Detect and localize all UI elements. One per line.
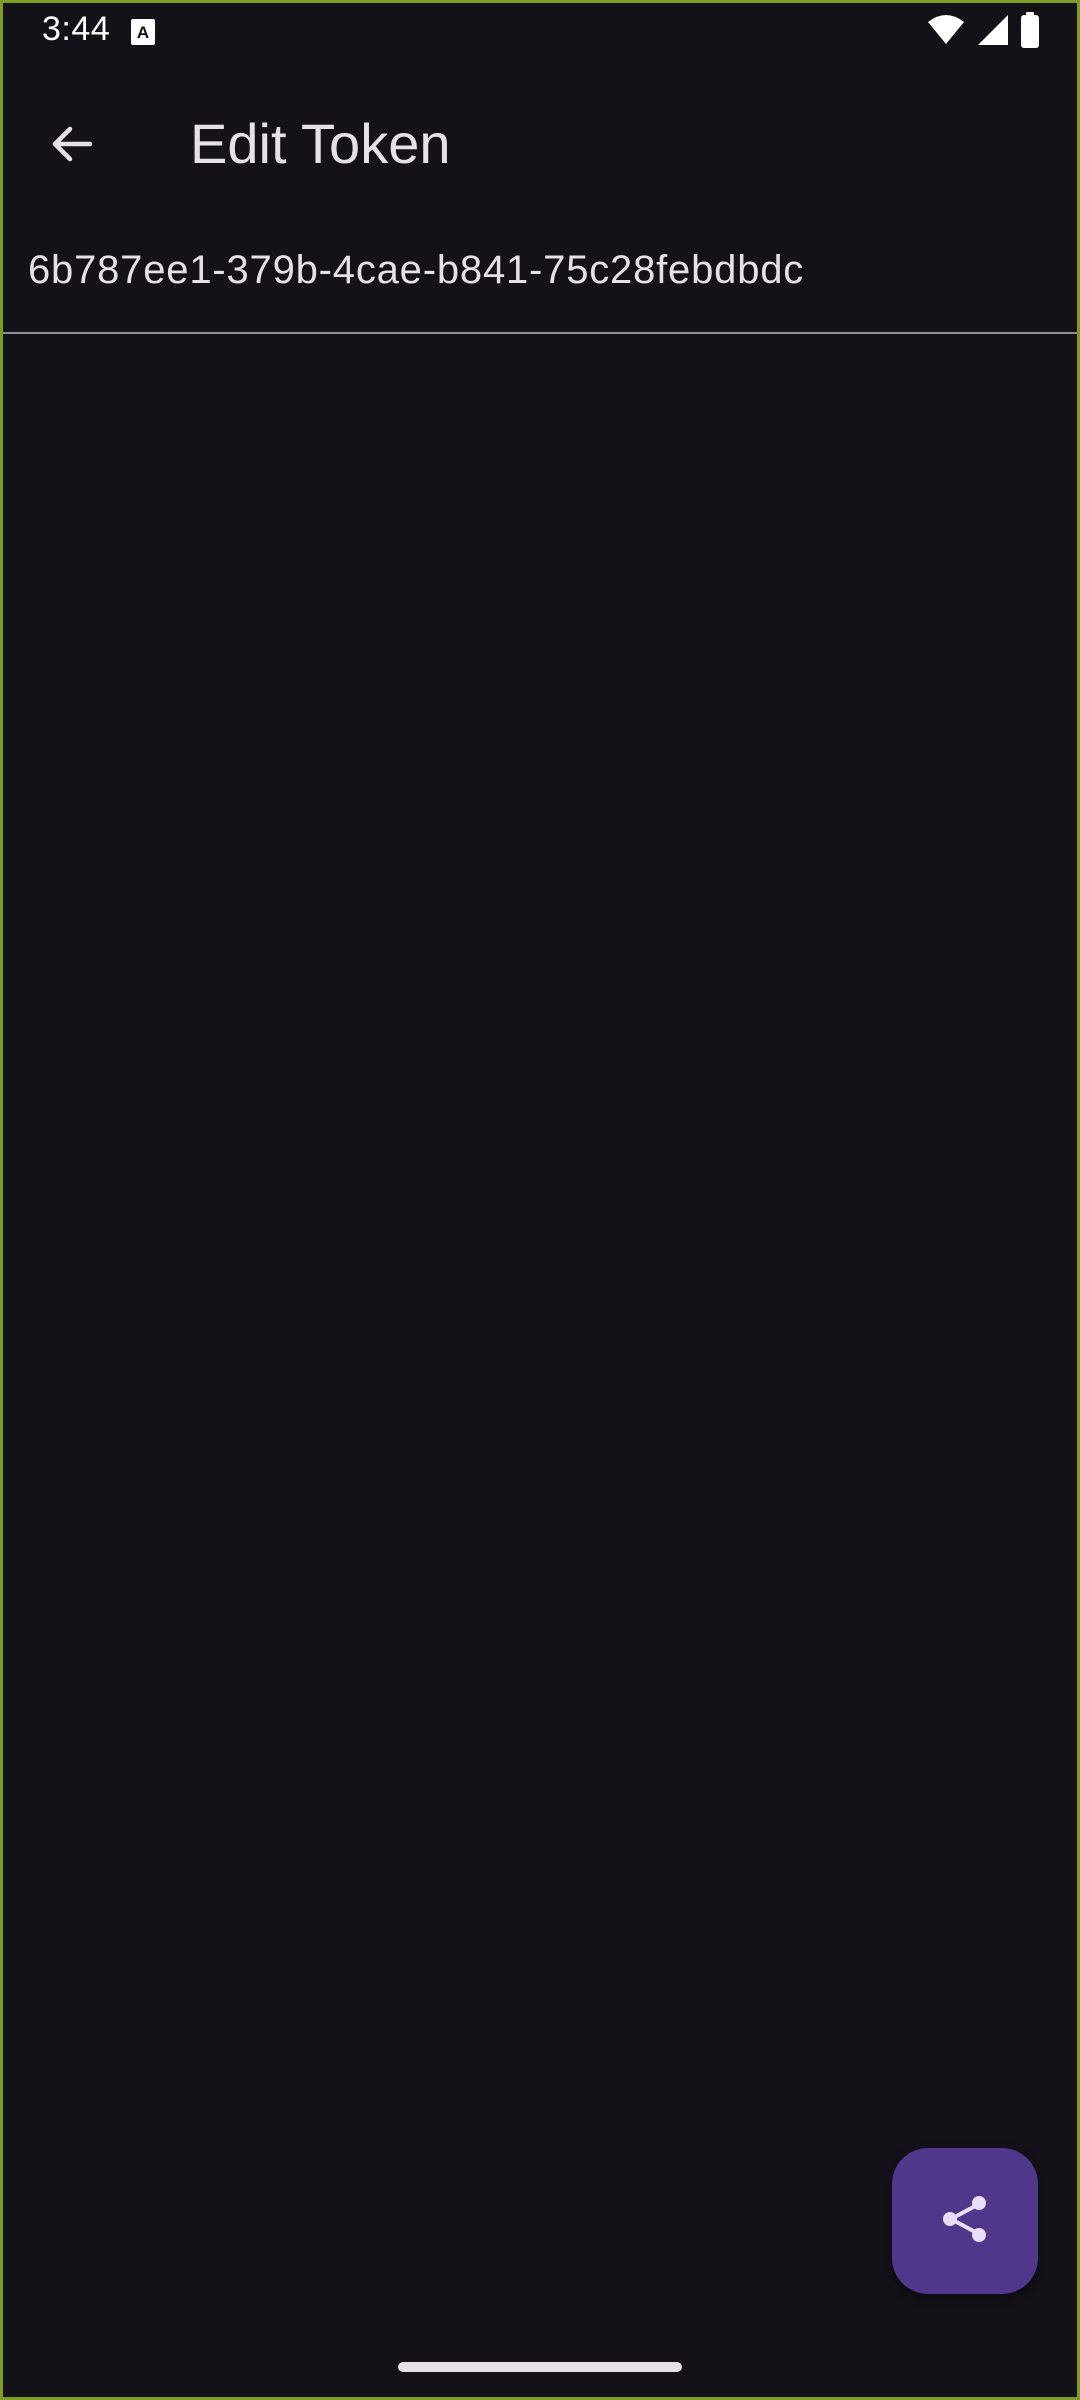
text-a-icon: A <box>130 18 156 46</box>
wifi-icon <box>926 14 966 51</box>
cell-signal-icon <box>976 13 1010 52</box>
page-title: Edit Token <box>190 112 451 175</box>
gesture-navigation-bar[interactable] <box>398 2362 682 2372</box>
svg-text:A: A <box>137 23 149 42</box>
share-icon <box>937 2191 993 2252</box>
token-field[interactable] <box>0 230 1080 334</box>
status-time: 3:44 <box>42 10 111 48</box>
share-button[interactable] <box>892 2148 1038 2294</box>
top-app-bar: Edit Token <box>0 64 1080 208</box>
back-button[interactable] <box>30 104 114 188</box>
status-bar: 3:44 A <box>0 0 1080 64</box>
status-icons <box>926 11 1040 53</box>
screen-frame <box>0 0 1080 2400</box>
battery-icon <box>1020 11 1040 53</box>
arrow-back-icon <box>48 120 96 173</box>
token-input[interactable] <box>28 230 1048 310</box>
